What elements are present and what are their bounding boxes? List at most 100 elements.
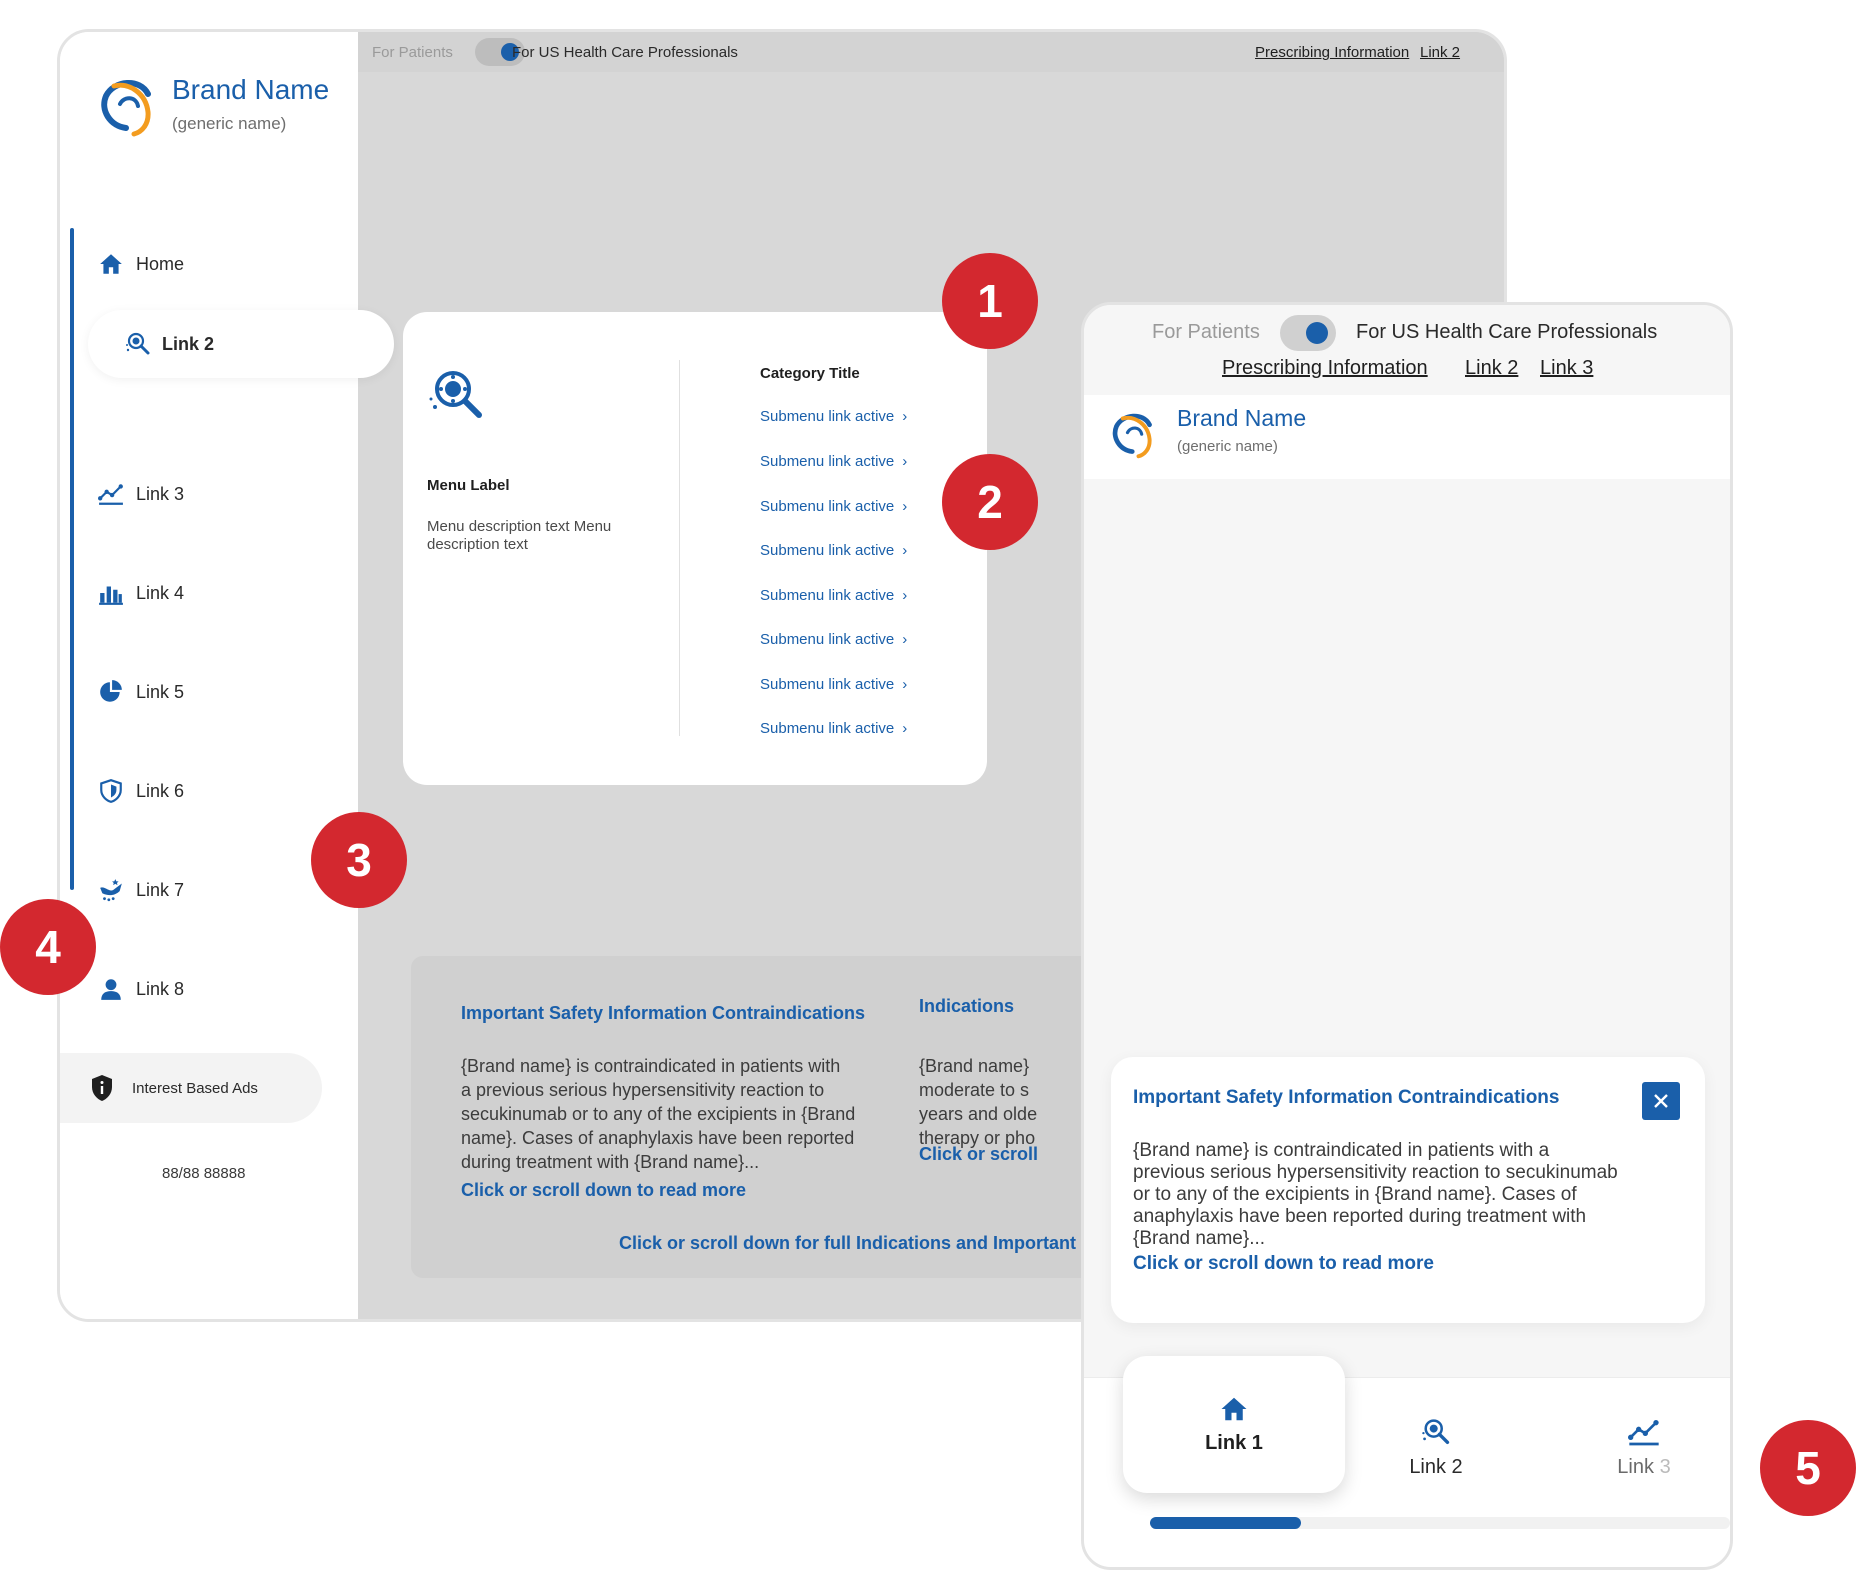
indications-read-more-link[interactable]: Click or scroll [919,1144,1038,1165]
callout-badge: 3 [311,812,407,908]
bar-chart-icon [99,586,123,605]
isi-contraindications-title: Important Safety Information Contraindic… [461,1003,866,1023]
prescribing-information-link[interactable]: Prescribing Information [1255,44,1409,61]
read-more-link[interactable]: Click or scroll down to read more [461,1180,746,1201]
trend-line-icon [98,484,123,505]
interest-based-ads-button[interactable]: Interest Based Ads [60,1053,322,1123]
for-hcp-label[interactable]: For US Health Care Professionals [1356,321,1657,344]
sidebar: Brand Name (generic name) Home Link 3 Li… [60,32,358,1319]
sidebar-item-label: Link 8 [136,978,185,999]
chevron-right-icon: › [902,676,908,693]
isi-contraindications-title: Important Safety Information Contraindic… [1133,1087,1560,1108]
bottom-nav-label: Link 2 [1409,1456,1463,1478]
callout-badge: 4 [0,899,96,995]
submenu-link[interactable]: Submenu link active › [760,676,907,693]
home-icon [100,254,122,274]
person-icon [101,979,121,1000]
magnify-virus-icon [429,371,482,418]
menu-label: Menu Label [427,477,510,494]
top-link-2[interactable]: Link 2 [1465,357,1518,380]
indications-text: {Brand name} moderate to s years and old… [919,1056,1038,1148]
brand-logo [1112,413,1152,459]
audience-toggle[interactable] [1280,315,1336,351]
generic-name: (generic name) [1177,438,1278,455]
submenu-link[interactable]: Submenu link active › [760,542,907,559]
bottom-nav-link-2[interactable]: Link 2 [1366,1416,1506,1479]
callout-badge: 5 [1760,1420,1856,1516]
chevron-right-icon: › [902,631,908,648]
sidebar-item-link-7[interactable]: Link 7 [98,870,184,910]
close-button[interactable] [1642,1082,1680,1120]
sidebar-item-link-6[interactable]: Link 6 [98,771,184,811]
menu-divider [679,360,680,736]
sidebar-item-link-8[interactable]: Link 8 [98,969,184,1009]
nav-indicator-line [70,228,74,890]
callout-badge: 2 [942,454,1038,550]
chevron-right-icon: › [902,720,908,737]
callout-badge: 1 [942,253,1038,349]
chevron-right-icon: › [902,542,908,559]
mobile-top-bar: For Patients For US Health Care Professi… [1084,305,1730,395]
submenu-link[interactable]: Submenu link active › [760,631,907,648]
top-link-3[interactable]: Link 3 [1540,357,1593,380]
mobile-isi-card: Important Safety Information Contraindic… [1111,1057,1705,1323]
for-hcp-label[interactable]: For US Health Care Professionals [512,44,738,61]
close-icon [1654,1094,1668,1108]
sidebar-item-label: Link 2 [162,333,215,354]
brand-logo [101,80,151,137]
submenu-link[interactable]: Submenu link active › [760,408,907,425]
home-icon [1221,1397,1247,1421]
chevron-right-icon: › [902,498,908,515]
category-title: Category Title [760,365,860,382]
submenu-link[interactable]: Submenu link active › [760,587,907,604]
sidebar-item-home[interactable]: Home [98,244,184,284]
magnify-virus-icon [1422,1419,1450,1444]
scrollbar-thumb[interactable] [1150,1517,1301,1529]
read-more-link[interactable]: Click or scroll down to read more [1133,1253,1434,1275]
interest-based-ads-label: Interest Based Ads [132,1079,258,1097]
bottom-nav-label: Link 3 [1617,1456,1671,1478]
shield-icon [100,779,122,803]
mega-menu-card: Menu Label Menu description text Menu de… [403,312,987,785]
sidebar-item-label: Link 5 [136,681,185,702]
bottom-nav-link-1[interactable]: Link 1 [1123,1356,1345,1493]
sidebar-item-link-5[interactable]: Link 5 [98,672,184,712]
submenu-link[interactable]: Submenu link active › [760,453,907,470]
prescribing-information-link[interactable]: Prescribing Information [1222,357,1428,380]
bottom-nav-link-3[interactable]: Link 3 [1584,1416,1704,1479]
bottom-nav-label: Link 1 [1205,1432,1263,1454]
isi-panel: Important Safety Information Contraindic… [411,956,1131,1278]
isi-contraindications-text: {Brand name} is contraindicated in patie… [1133,1140,1618,1249]
sidebar-item-label: Link 6 [136,780,185,801]
for-patients-label[interactable]: For Patients [1152,321,1260,344]
indications-title: Indications [919,996,1015,1016]
trend-line-icon [1628,1420,1659,1446]
sidebar-item-link-2[interactable]: Link 2 [88,310,394,378]
mobile-header: Brand Name (generic name) [1084,395,1730,479]
mobile-frame: For Patients For US Health Care Professi… [1081,302,1733,1570]
submenu-link[interactable]: Submenu link active › [760,720,907,737]
sidebar-item-link-4[interactable]: Link 4 [98,573,184,613]
for-patients-label[interactable]: For Patients [372,44,453,61]
phone-number: 88/88 88888 [162,1165,246,1182]
top-link-2[interactable]: Link 2 [1420,44,1460,61]
brand-name: Brand Name [172,74,330,105]
sidebar-item-label: Link 4 [136,582,185,603]
submenu-link[interactable]: Submenu link active › [760,498,907,515]
sidebar-item-label: Link 7 [136,879,185,900]
sidebar-item-label: Home [136,253,185,274]
magnify-virus-icon [126,332,150,355]
menu-description: Menu description text Menu description t… [427,518,612,553]
bottom-nav-scrollbar[interactable] [1150,1517,1730,1529]
generic-name: (generic name) [172,114,287,133]
brand-name: Brand Name [1177,405,1307,431]
top-bar: For Patients For US Health Care Professi… [358,32,1504,72]
chevron-right-icon: › [902,587,908,604]
shield-info-icon [92,1075,112,1101]
hand-stars-icon [100,879,122,902]
sidebar-item-label: Link 3 [136,483,185,504]
sidebar-item-link-3[interactable]: Link 3 [98,474,184,514]
chevron-right-icon: › [902,453,908,470]
full-isi-link[interactable]: Click or scroll down for full Indication… [619,1233,1076,1254]
isi-contraindications-text: {Brand name} is contraindicated in patie… [461,1056,856,1172]
